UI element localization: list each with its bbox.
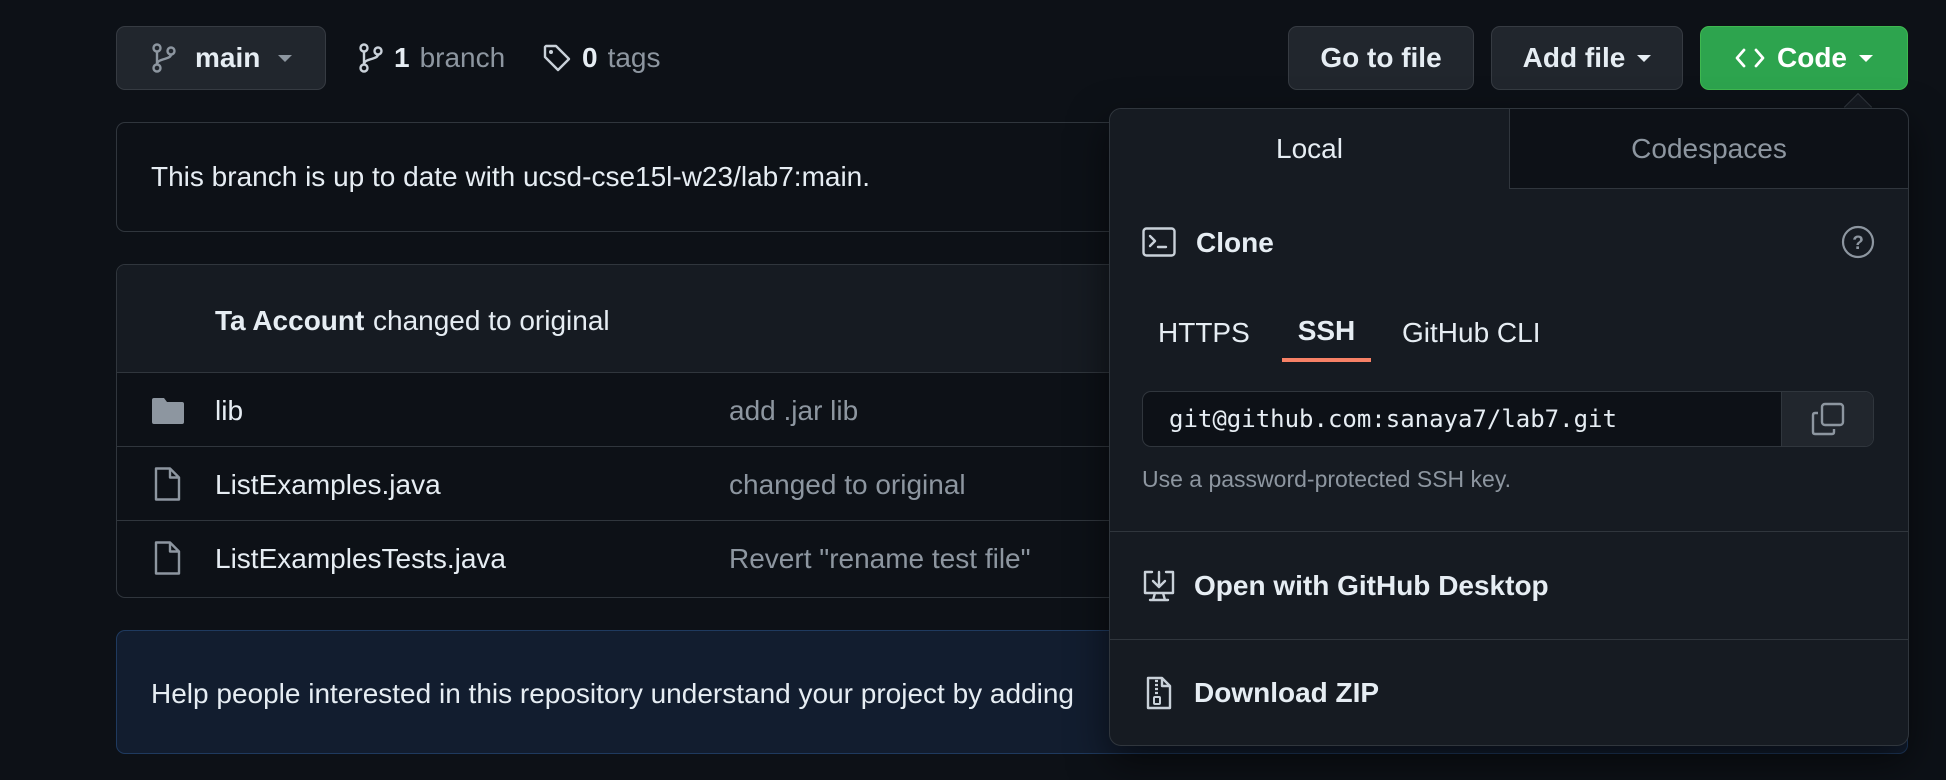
tag-count: 0 xyxy=(582,42,598,73)
file-commit-message[interactable]: changed to original xyxy=(729,469,966,501)
git-branch-icon xyxy=(152,43,176,73)
go-to-file-button[interactable]: Go to file xyxy=(1288,26,1474,90)
git-branch-icon xyxy=(359,43,383,73)
add-file-button[interactable]: Add file xyxy=(1491,26,1683,90)
add-file-label: Add file xyxy=(1522,42,1626,73)
file-name[interactable]: lib xyxy=(215,395,243,427)
file-zip-icon xyxy=(1146,676,1172,709)
download-zip-label: Download ZIP xyxy=(1194,676,1380,708)
branch-count: 1 xyxy=(394,42,410,73)
copy-url-button[interactable] xyxy=(1781,392,1873,446)
branches-link[interactable]: 1 branch xyxy=(358,26,505,90)
file-name[interactable]: ListExamplesTests.java xyxy=(215,543,506,575)
file-icon xyxy=(154,467,181,501)
tab-local-label: Local xyxy=(1276,133,1343,164)
tab-codespaces[interactable]: Codespaces xyxy=(1509,109,1908,189)
branch-name: main xyxy=(195,42,261,73)
protocol-tab-ssh[interactable]: SSH xyxy=(1282,304,1371,362)
branch-select-button[interactable]: main xyxy=(116,26,326,90)
copy-icon xyxy=(1811,402,1844,436)
chevron-down-icon xyxy=(278,54,293,62)
open-with-github-desktop[interactable]: Open with GitHub Desktop xyxy=(1110,531,1908,639)
tab-codespaces-label: Codespaces xyxy=(1631,132,1787,164)
tags-link[interactable]: 0 tags xyxy=(542,26,661,90)
protocol-tab-github-cli[interactable]: GitHub CLI xyxy=(1402,304,1541,362)
tag-label: tags xyxy=(607,42,661,73)
branch-status-text: This branch is up to date with ucsd-cse1… xyxy=(151,161,871,192)
commit-author[interactable]: Ta Account xyxy=(215,305,364,337)
desktop-download-icon xyxy=(1143,570,1175,601)
help-icon[interactable]: ? xyxy=(1841,225,1875,259)
readme-prompt-text: Help people interested in this repositor… xyxy=(151,678,1075,709)
protocol-tab-label: SSH xyxy=(1297,315,1356,346)
folder-icon xyxy=(152,398,184,424)
terminal-icon xyxy=(1142,227,1176,257)
clone-title: Clone xyxy=(1196,227,1274,258)
code-label: Code xyxy=(1777,42,1847,73)
tag-icon xyxy=(543,44,571,72)
file-name[interactable]: ListExamples.java xyxy=(215,469,441,501)
chevron-down-icon xyxy=(1859,54,1873,62)
clone-hint: Use a password-protected SSH key. xyxy=(1142,466,1512,492)
file-commit-message[interactable]: Revert "rename test file" xyxy=(729,543,1031,575)
svg-text:?: ? xyxy=(1852,233,1864,254)
code-icon xyxy=(1735,48,1765,68)
code-button[interactable]: Code xyxy=(1700,26,1908,90)
protocol-tab-label: HTTPS xyxy=(1158,317,1250,348)
go-to-file-label: Go to file xyxy=(1320,42,1442,73)
protocol-tab-label: GitHub CLI xyxy=(1402,317,1541,348)
commit-message[interactable]: changed to original xyxy=(373,305,610,337)
clone-url-field[interactable]: git@github.com:sanaya7/lab7.git xyxy=(1142,391,1874,447)
branch-label: branch xyxy=(419,42,506,73)
tab-local[interactable]: Local xyxy=(1110,109,1509,189)
file-icon xyxy=(154,541,181,575)
protocol-tab-https[interactable]: HTTPS xyxy=(1158,304,1250,362)
open-desktop-label: Open with GitHub Desktop xyxy=(1194,569,1549,601)
clone-url-input[interactable]: git@github.com:sanaya7/lab7.git xyxy=(1169,405,1617,433)
file-commit-message[interactable]: add .jar lib xyxy=(729,395,858,427)
chevron-down-icon xyxy=(1637,54,1652,62)
code-dropdown: Local Codespaces Clone ? HTTPS SSH GitHu… xyxy=(1109,108,1909,746)
download-zip[interactable]: Download ZIP xyxy=(1110,639,1908,745)
